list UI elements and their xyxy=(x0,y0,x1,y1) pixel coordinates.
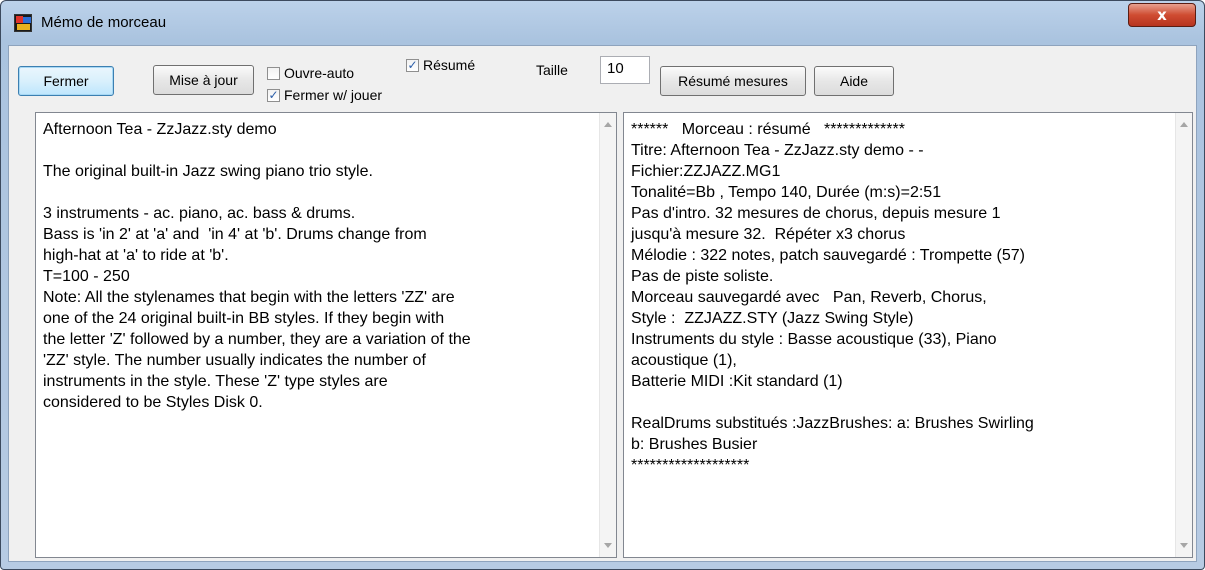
summary-measures-button[interactable]: Résumé mesures xyxy=(660,66,806,96)
scroll-down-arrow-icon[interactable] xyxy=(1180,543,1188,548)
scroll-down-arrow-icon[interactable] xyxy=(604,543,612,548)
size-input[interactable]: 10 xyxy=(600,56,650,84)
summary-label[interactable]: Résumé xyxy=(423,57,475,73)
window-title: Mémo de morceau xyxy=(41,14,167,31)
app-icon xyxy=(14,14,32,32)
check-icon: ✓ xyxy=(407,58,418,72)
close-with-play-checkbox[interactable]: ✓ xyxy=(267,89,280,102)
close-icon: x xyxy=(1157,6,1167,24)
window-close-button[interactable]: x xyxy=(1128,3,1196,27)
title-bar[interactable]: Mémo de morceau x xyxy=(1,1,1204,45)
size-label: Taille xyxy=(536,62,568,78)
song-notes-pane[interactable]: Afternoon Tea - ZzJazz.sty demo The orig… xyxy=(35,112,617,558)
close-with-play-label[interactable]: Fermer w/ jouer xyxy=(284,87,382,103)
song-notes-text[interactable]: Afternoon Tea - ZzJazz.sty demo The orig… xyxy=(43,119,471,413)
scroll-up-arrow-icon[interactable] xyxy=(604,122,612,127)
scroll-up-arrow-icon[interactable] xyxy=(1180,122,1188,127)
help-button[interactable]: Aide xyxy=(814,66,894,96)
song-summary-pane[interactable]: ****** Morceau : résumé ************* Ti… xyxy=(623,112,1193,558)
update-button[interactable]: Mise à jour xyxy=(153,65,254,95)
check-icon: ✓ xyxy=(268,88,279,102)
auto-open-checkbox[interactable] xyxy=(267,67,280,80)
song-summary-text[interactable]: ****** Morceau : résumé ************* Ti… xyxy=(631,119,1034,476)
song-notes-scrollbar[interactable] xyxy=(599,113,616,557)
summary-checkbox[interactable]: ✓ xyxy=(406,59,419,72)
song-memo-window: Mémo de morceau x Fermer Mise à jour Ouv… xyxy=(0,0,1205,570)
auto-open-label[interactable]: Ouvre-auto xyxy=(284,65,354,81)
dialog-body: Fermer Mise à jour Ouvre-auto ✓ Fermer w… xyxy=(8,45,1197,562)
song-summary-scrollbar[interactable] xyxy=(1175,113,1192,557)
close-button[interactable]: Fermer xyxy=(18,66,114,96)
